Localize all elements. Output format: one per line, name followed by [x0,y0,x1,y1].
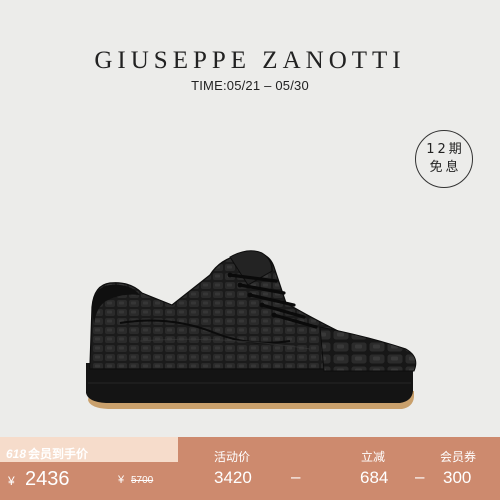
price-bar: 618 会员到手价 ¥ 2436 ¥ 5700 活动价 3420 – 立减 684… [0,437,500,500]
original-currency-symbol: ¥ [118,474,125,486]
member-coupon-value: 300 [443,468,472,487]
minus-operator: – [291,467,301,486]
activity-price-value: 3420 [214,468,252,487]
promo-tag-number: 618 [6,447,27,461]
instant-discount-label: 立减 [361,450,386,464]
final-price: 2436 [25,468,70,490]
instant-discount-value: 684 [360,468,389,487]
activity-price-label: 活动价 [214,450,251,464]
badge-line-2: 免息 [429,160,462,175]
member-coupon-label: 会员券 [440,450,477,464]
promo-time: TIME:05/21 – 05/30 [191,78,309,93]
promo-tag-label: 会员到手价 [28,447,89,461]
original-price: 5700 [131,475,154,486]
installment-badge: 12期 免息 [415,130,473,188]
brand-logo: GIUSEPPE ZANOTTI [94,47,406,74]
price-breakdown-panel: 活动价 3420 – 立减 684 – 会员券 300 [178,437,500,500]
minus-operator: – [415,467,425,486]
final-price-panel: ¥ 2436 ¥ 5700 [0,462,178,500]
shoe-toe [319,326,417,372]
promo-tag: 618 会员到手价 [6,445,88,462]
currency-symbol: ¥ [8,474,15,488]
product-image [86,250,417,409]
badge-line-1: 12期 [426,142,465,157]
